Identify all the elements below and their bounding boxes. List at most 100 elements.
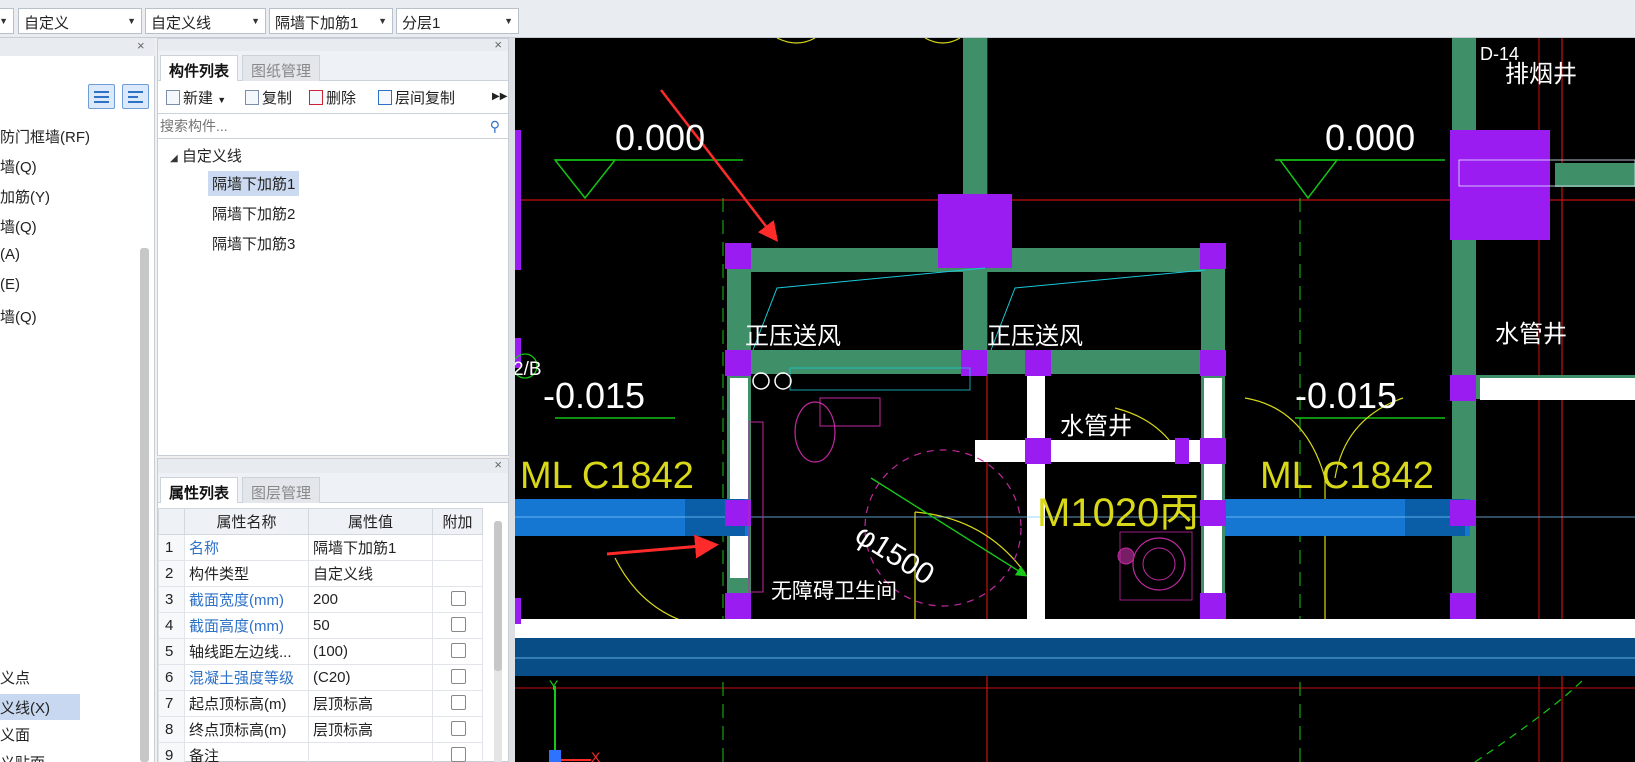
tree-item[interactable]: 义贴面 bbox=[0, 752, 45, 762]
extra-checkbox[interactable] bbox=[451, 669, 466, 684]
toilet-fixture bbox=[794, 401, 836, 463]
cad-drawing-canvas[interactable]: 0.000 0.000 -0.015 -0.015 D-14 排烟井 正压送风 … bbox=[515, 38, 1635, 762]
left-scrollbar[interactable] bbox=[140, 248, 149, 762]
component-item[interactable]: 隔墙下加筋3 bbox=[212, 233, 295, 254]
type-dropdown[interactable]: 自定义 ▼ bbox=[18, 8, 142, 34]
tab-property-list[interactable]: 属性列表 bbox=[160, 477, 239, 503]
extra-checkbox[interactable] bbox=[451, 617, 466, 632]
property-toolbar: ▼ 自定义 ▼ 自定义线 ▼ 隔墙下加筋1 ▼ 分层1 ▼ bbox=[0, 0, 1635, 38]
component-toolbar: 新建 ▼ 复制 删除 层间复制 ▶▶ bbox=[158, 83, 508, 111]
close-icon[interactable]: × bbox=[137, 38, 145, 53]
prop-value[interactable]: 层顶标高 bbox=[308, 690, 433, 717]
tab-layer-management[interactable]: 图层管理 bbox=[242, 477, 321, 503]
tree-group[interactable]: ◢ 自定义线 bbox=[170, 145, 242, 166]
column bbox=[938, 194, 1012, 268]
prop-value[interactable]: 层顶标高 bbox=[308, 716, 433, 743]
delete-button[interactable]: 删除 bbox=[309, 87, 356, 108]
level-triangle bbox=[553, 159, 617, 200]
component-item[interactable]: 隔墙下加筋2 bbox=[212, 203, 295, 224]
column bbox=[515, 130, 521, 270]
prop-value[interactable]: 200 bbox=[308, 586, 433, 613]
tree-item[interactable]: 墙(Q) bbox=[0, 216, 37, 237]
prop-value[interactable]: 50 bbox=[308, 612, 433, 639]
column bbox=[1200, 593, 1226, 619]
door-arc bbox=[924, 38, 961, 44]
component-item-selected[interactable]: 隔墙下加筋1 bbox=[208, 171, 300, 196]
tab-component-list[interactable]: 构件列表 bbox=[160, 55, 239, 81]
floor-copy-button[interactable]: 层间复制 bbox=[378, 87, 455, 108]
prop-value[interactable]: (100) bbox=[308, 638, 433, 665]
extra-checkbox[interactable] bbox=[451, 747, 466, 762]
more-tools-icon[interactable]: ▶▶ bbox=[492, 91, 507, 102]
search-icon[interactable]: ⚲ bbox=[490, 118, 500, 135]
prop-name: 构件类型 bbox=[184, 560, 309, 587]
new-button[interactable]: 新建 ▼ bbox=[166, 87, 226, 108]
prop-extra bbox=[432, 742, 483, 762]
level-label: 0.000 bbox=[615, 117, 705, 158]
chevron-down-icon: ▼ bbox=[217, 95, 227, 105]
component-list-panel: × 构件列表 图纸管理 新建 ▼ 复制 删除 层间复制 ▶▶ ⚲ ◢ 自定义线 … bbox=[157, 37, 509, 456]
close-icon[interactable]: × bbox=[494, 37, 502, 52]
tree-item[interactable]: 防门框墙(RF) bbox=[0, 126, 90, 147]
list-view-button[interactable] bbox=[88, 84, 115, 109]
panel-header bbox=[0, 38, 155, 56]
prop-value[interactable]: (C20) bbox=[308, 664, 433, 691]
close-icon[interactable]: × bbox=[494, 457, 502, 472]
subtype-dropdown[interactable]: 自定义线 ▼ bbox=[145, 8, 266, 34]
chevron-down-icon: ▼ bbox=[0, 16, 8, 26]
table-row: 4 截面高度(mm) 50 bbox=[158, 612, 483, 639]
extra-checkbox[interactable] bbox=[451, 643, 466, 658]
prop-value[interactable] bbox=[308, 742, 433, 762]
floor-plan-drawing: 0.000 0.000 -0.015 -0.015 D-14 排烟井 正压送风 … bbox=[515, 38, 1635, 762]
level-label: -0.015 bbox=[1295, 375, 1397, 416]
tree-item[interactable]: (A) bbox=[0, 246, 20, 263]
property-tabs: 属性列表 图层管理 bbox=[158, 473, 508, 503]
table-row: 5 轴线距左边线... (100) bbox=[158, 638, 483, 665]
room-label: 正压送风 bbox=[987, 322, 1083, 350]
partition-wall bbox=[515, 619, 1635, 638]
vent-circle bbox=[752, 372, 770, 390]
table-row: 1 名称 隔墙下加筋1 bbox=[158, 534, 483, 561]
copy-button[interactable]: 复制 bbox=[245, 87, 292, 108]
category-dropdown-stub[interactable]: ▼ bbox=[0, 8, 14, 34]
extra-checkbox[interactable] bbox=[451, 591, 466, 606]
extra-checkbox[interactable] bbox=[451, 721, 466, 736]
tree-item[interactable]: 义点 bbox=[0, 667, 30, 688]
chevron-down-icon: ▼ bbox=[504, 16, 513, 26]
prop-name: 混凝土强度等级 bbox=[184, 664, 309, 691]
tree-item-selected[interactable]: 义线(X) bbox=[0, 694, 80, 720]
prop-extra bbox=[432, 612, 483, 639]
column bbox=[725, 500, 751, 526]
annotation-arrow bbox=[660, 89, 779, 242]
column bbox=[1200, 438, 1226, 464]
tree-item[interactable]: 墙(Q) bbox=[0, 306, 37, 327]
row-no: 3 bbox=[158, 586, 185, 613]
col-name: 属性名称 bbox=[184, 508, 309, 535]
extra-checkbox[interactable] bbox=[451, 695, 466, 710]
prop-name: 起点顶标高(m) bbox=[184, 690, 309, 717]
search-input[interactable] bbox=[160, 116, 480, 136]
prop-value[interactable]: 隔墙下加筋1 bbox=[308, 534, 433, 561]
beam-segment bbox=[515, 638, 1635, 676]
tree-item[interactable]: 墙(Q) bbox=[0, 156, 37, 177]
tree-item[interactable]: (E) bbox=[0, 276, 20, 293]
level-label: -0.015 bbox=[543, 375, 645, 416]
collapse-triangle-icon: ◢ bbox=[170, 153, 178, 164]
tab-drawing-management[interactable]: 图纸管理 bbox=[242, 55, 321, 81]
tree-item[interactable]: 义面 bbox=[0, 724, 30, 745]
property-scrollbar[interactable] bbox=[494, 521, 502, 762]
column bbox=[1200, 350, 1226, 376]
component-dropdown[interactable]: 隔墙下加筋1 ▼ bbox=[269, 8, 393, 34]
layer-dropdown[interactable]: 分层1 ▼ bbox=[396, 8, 519, 34]
table-row: 9 备注 bbox=[158, 742, 483, 762]
drain bbox=[1117, 547, 1135, 565]
annotation-arrow bbox=[606, 534, 719, 559]
col-value: 属性值 bbox=[308, 508, 433, 535]
prop-value[interactable]: 自定义线 bbox=[308, 560, 433, 587]
door-label: M1020丙 bbox=[1037, 491, 1199, 535]
component-dropdown-value: 隔墙下加筋1 bbox=[275, 15, 359, 32]
tree-item[interactable]: 加筋(Y) bbox=[0, 186, 50, 207]
chevron-down-icon: ▼ bbox=[251, 16, 260, 26]
detail-view-button[interactable] bbox=[122, 84, 149, 109]
chevron-down-icon: ▼ bbox=[378, 16, 387, 26]
